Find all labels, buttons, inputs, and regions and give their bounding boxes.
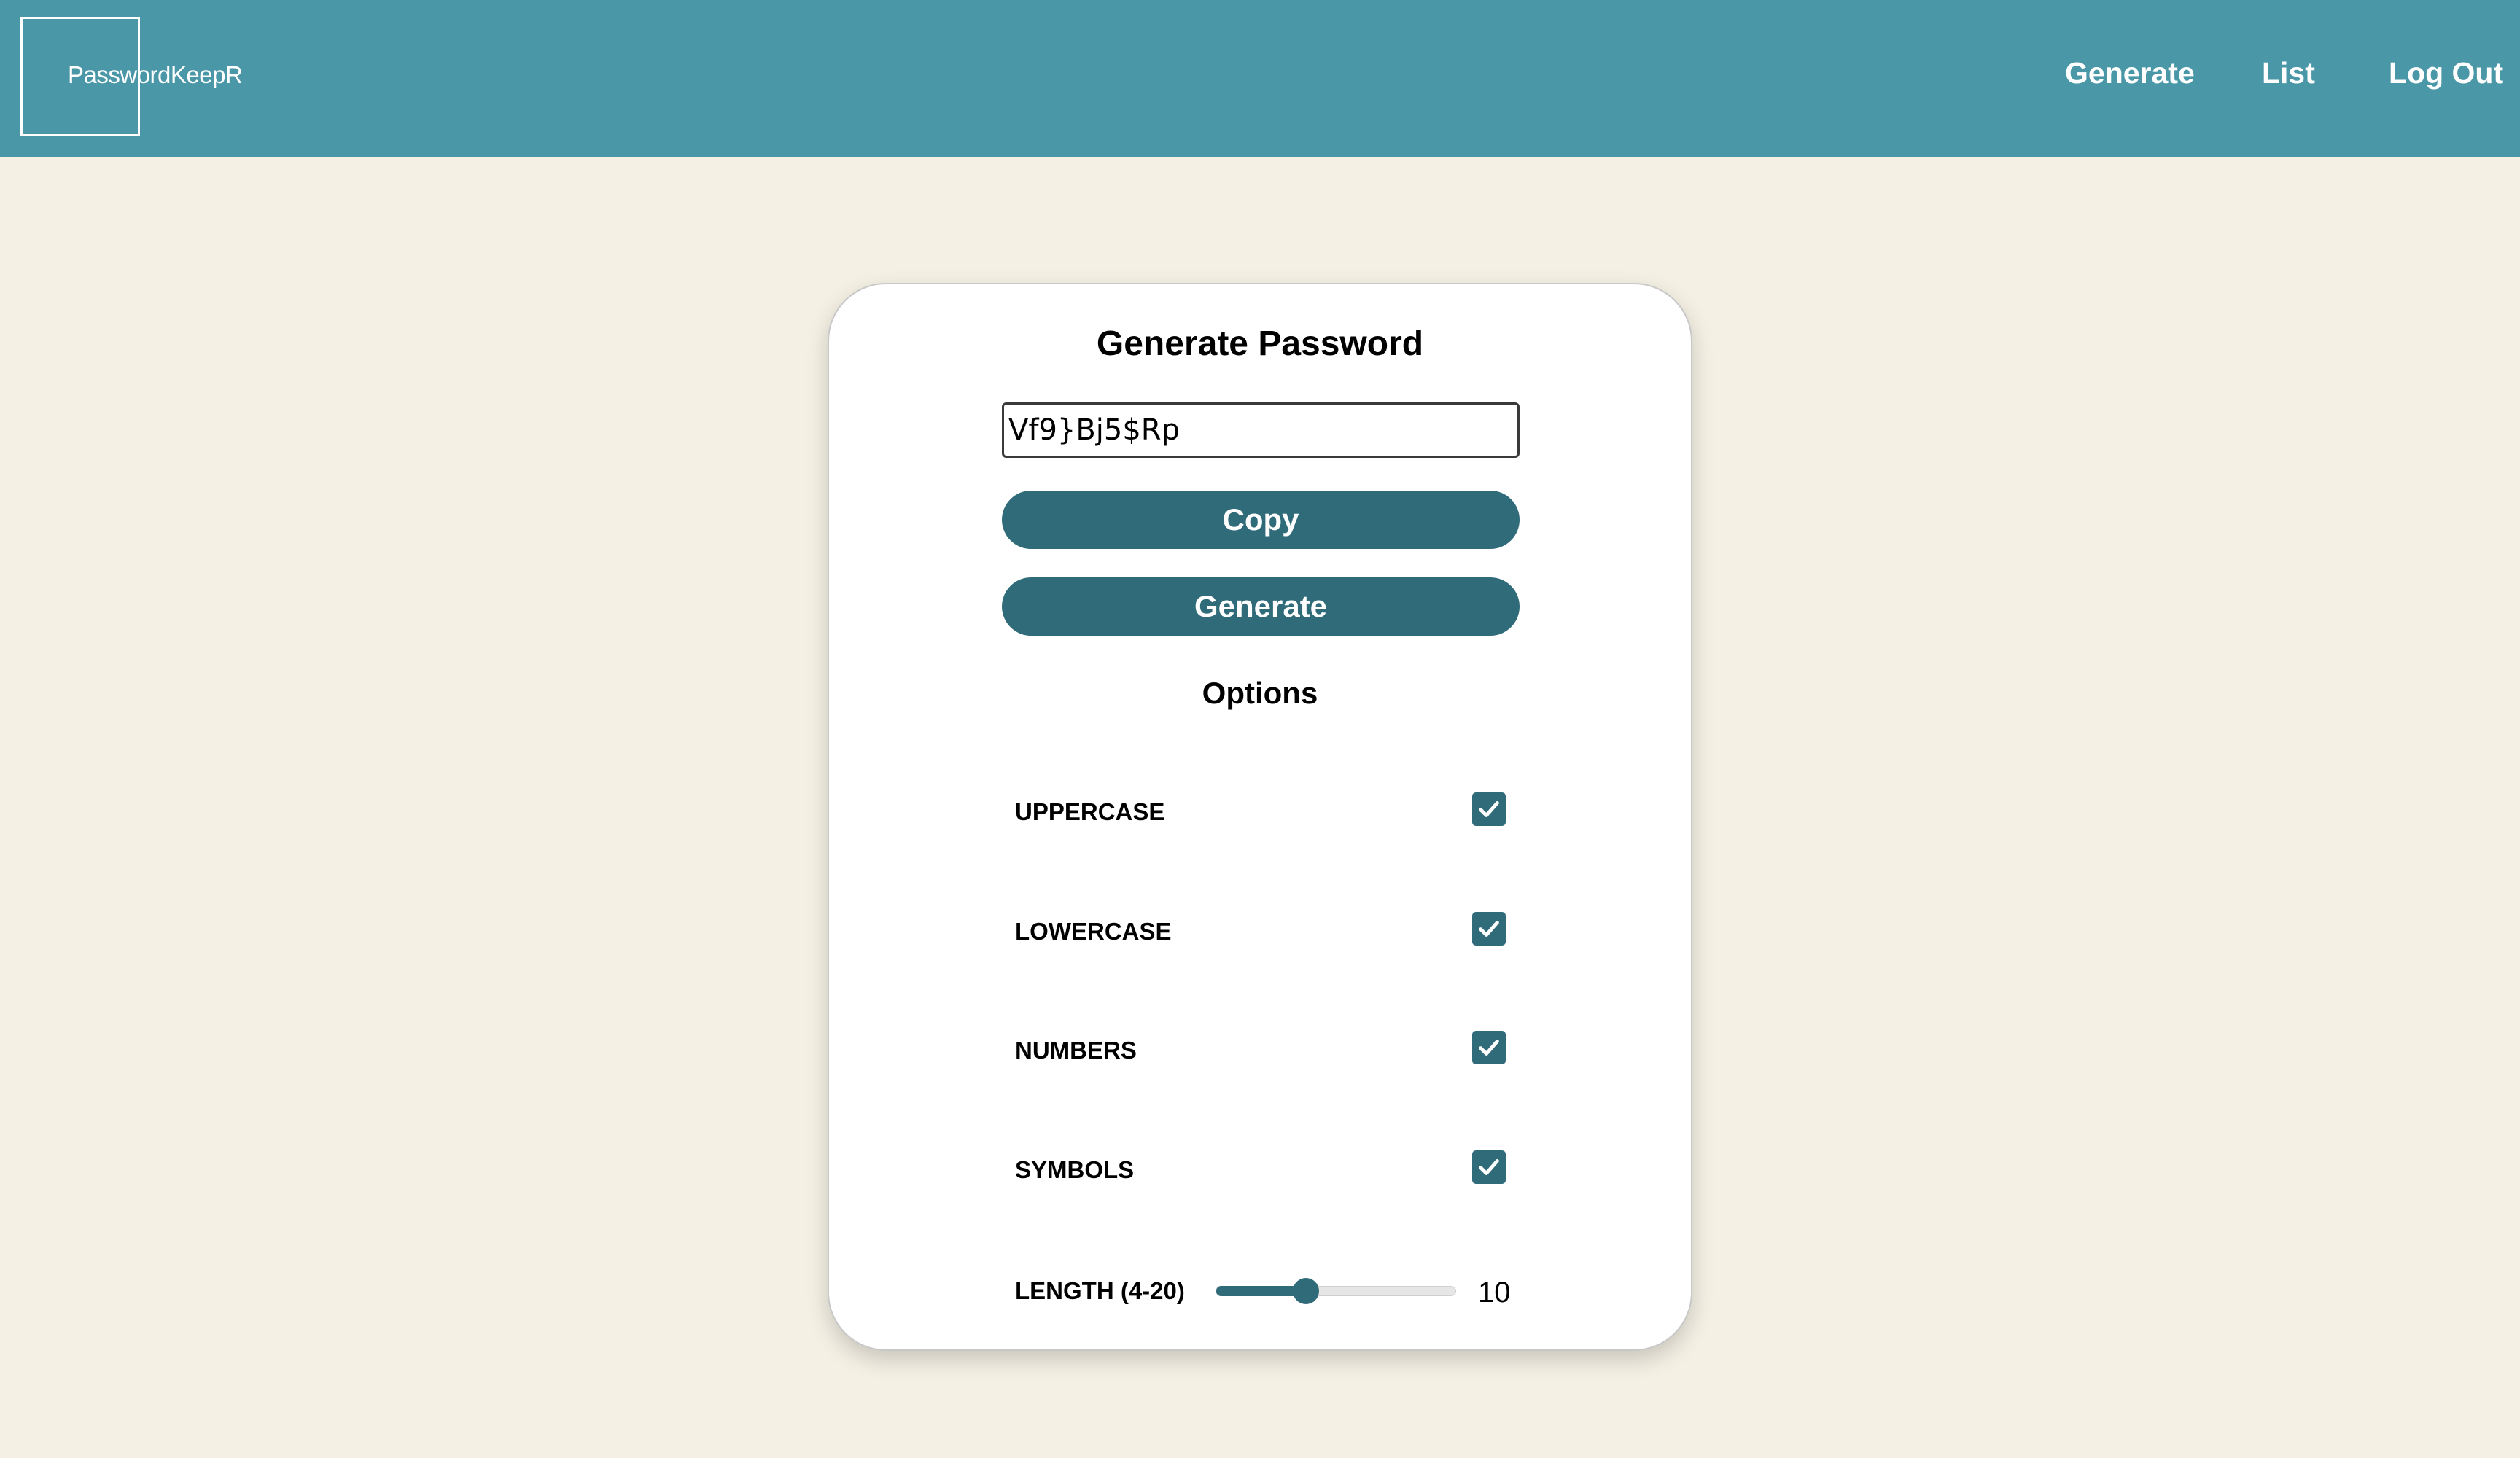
numbers-checkbox[interactable] xyxy=(1472,1031,1506,1064)
nav-link-logout[interactable]: Log Out xyxy=(2389,58,2503,88)
generate-button[interactable]: Generate xyxy=(1002,577,1520,636)
options-heading: Options xyxy=(1202,676,1318,710)
uppercase-checkbox[interactable] xyxy=(1472,792,1506,826)
checkmark-icon xyxy=(1479,801,1499,817)
nav-link-generate[interactable]: Generate xyxy=(2065,58,2195,88)
copy-button[interactable]: Copy xyxy=(1002,491,1520,549)
lowercase-checkbox[interactable] xyxy=(1472,912,1506,946)
length-slider[interactable] xyxy=(1216,1278,1456,1304)
generator-card: Generate Password Copy Generate Options … xyxy=(828,283,1692,1351)
option-label-symbols: SYMBOLS xyxy=(1015,1156,1135,1183)
option-label-lowercase: LOWERCASE xyxy=(1015,918,1172,945)
length-slider-thumb[interactable] xyxy=(1293,1278,1319,1304)
symbols-checkbox[interactable] xyxy=(1472,1150,1506,1184)
length-value: 10 xyxy=(1478,1276,1511,1309)
checkmark-icon xyxy=(1479,1159,1499,1175)
checkmark-icon xyxy=(1479,921,1499,937)
nav-link-list[interactable]: List xyxy=(2262,58,2315,88)
length-label: LENGTH (4-20) xyxy=(1015,1277,1185,1304)
page-title: Generate Password xyxy=(1096,324,1424,363)
navbar: PasswordKeepR Generate List Log Out xyxy=(0,0,2520,157)
password-field[interactable] xyxy=(1002,402,1520,458)
option-label-uppercase: UPPERCASE xyxy=(1015,798,1165,825)
option-label-numbers: NUMBERS xyxy=(1015,1037,1137,1064)
logo-text[interactable]: PasswordKeepR xyxy=(68,61,243,89)
checkmark-icon xyxy=(1479,1040,1499,1056)
